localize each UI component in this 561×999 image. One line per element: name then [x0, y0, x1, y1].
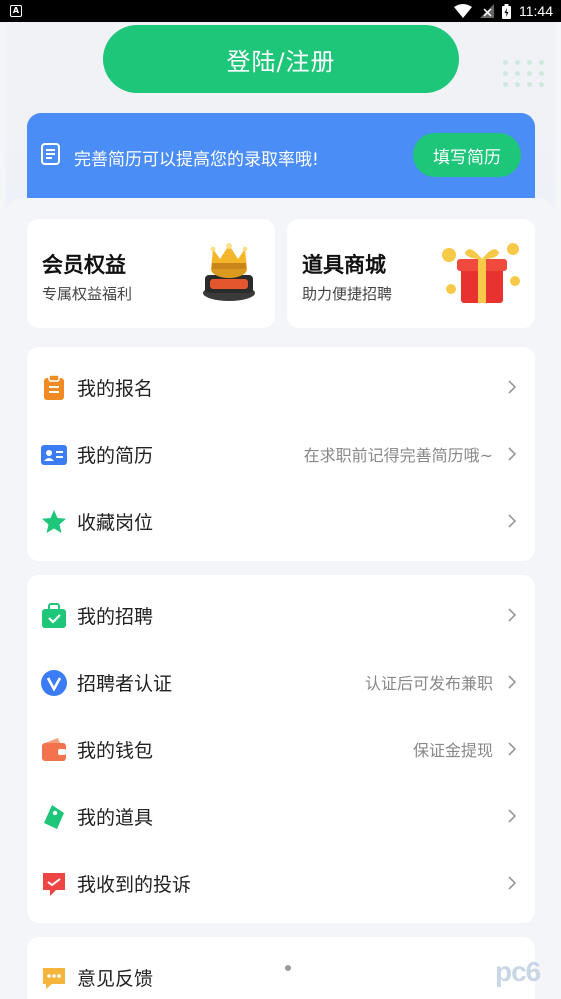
chevron-right-icon — [508, 447, 517, 461]
menu-label: 收藏岗位 — [77, 511, 154, 534]
status-bar: A 11:44 — [0, 0, 561, 22]
menu-item-feedback[interactable]: 意见反馈 — [27, 947, 535, 999]
menu-item-my-recruitment[interactable]: 我的招聘 — [27, 585, 535, 645]
verified-icon — [41, 670, 67, 696]
chevron-right-icon — [508, 876, 517, 890]
menu-label: 我收到的投诉 — [77, 873, 192, 896]
feedback-icon — [43, 968, 65, 989]
battery-icon — [502, 3, 511, 19]
prop-store-card[interactable]: 道具商城 助力便捷招聘 — [287, 219, 535, 328]
status-time: 11:44 — [519, 3, 553, 19]
document-icon — [41, 143, 60, 165]
menu-group-1: 我的报名 我的简历 在求职前记得完善简历哦~ 收藏岗位 — [27, 347, 535, 561]
menu-group-2: 我的招聘 招聘者认证 认证后可发布兼职 我的钱包 保证金提现 我的道具 我收到的… — [27, 575, 535, 923]
chevron-right-icon — [508, 608, 517, 622]
member-benefits-title: 会员权益 — [42, 253, 126, 277]
menu-label: 我的道具 — [77, 806, 154, 829]
menu-label: 意见反馈 — [77, 967, 154, 990]
header-area: 登陆/注册 完善简历可以提高您的录取率哦! 填写简历 — [6, 22, 555, 222]
menu-label: 招聘者认证 — [77, 672, 173, 695]
clipboard-icon — [44, 374, 64, 400]
login-register-button[interactable]: 登陆/注册 — [103, 25, 459, 93]
member-benefits-card[interactable]: 会员权益 专属权益福利 — [27, 219, 275, 328]
menu-label: 我的报名 — [77, 377, 154, 400]
menu-item-my-resume[interactable]: 我的简历 在求职前记得完善简历哦~ — [27, 424, 535, 484]
content-sheet: 会员权益 专属权益福利 道具商城 助力便捷招聘 我的报名 我的简历 在求职前记得… — [6, 198, 555, 999]
menu-item-my-wallet[interactable]: 我的钱包 保证金提现 — [27, 719, 535, 779]
menu-hint: 认证后可发布兼职 — [364, 674, 493, 693]
menu-item-saved-jobs[interactable]: 收藏岗位 — [27, 491, 535, 551]
signal-icon — [480, 4, 494, 18]
notification-icon: A — [10, 5, 22, 17]
menu-item-complaints[interactable]: 我收到的投诉 — [27, 853, 535, 913]
menu-label: 我的简历 — [77, 444, 154, 467]
menu-hint: 在求职前记得完善简历哦~ — [303, 446, 493, 465]
chevron-right-icon — [508, 380, 517, 394]
menu-item-my-props[interactable]: 我的道具 — [27, 786, 535, 846]
menu-label: 我的钱包 — [77, 739, 154, 762]
star-icon — [42, 510, 66, 533]
fill-resume-button[interactable]: 填写简历 — [413, 133, 521, 177]
wifi-icon — [454, 4, 472, 18]
menu-item-my-applications[interactable]: 我的报名 — [27, 357, 535, 417]
chevron-right-icon — [508, 514, 517, 528]
menu-item-recruiter-verification[interactable]: 招聘者认证 认证后可发布兼职 — [27, 652, 535, 712]
id-card-icon — [41, 445, 67, 465]
crown-icon — [203, 243, 255, 301]
prop-store-title: 道具商城 — [302, 253, 386, 277]
page-indicator-dot — [285, 965, 291, 971]
tag-icon — [44, 805, 64, 829]
menu-hint: 保证金提现 — [412, 741, 493, 760]
wallet-icon — [42, 738, 66, 761]
chevron-right-icon — [508, 675, 517, 689]
complaint-icon — [43, 873, 65, 896]
decorative-dots — [503, 60, 545, 87]
menu-group-3: 意见反馈 — [27, 937, 535, 999]
menu-label: 我的招聘 — [77, 605, 154, 628]
member-benefits-subtitle: 专属权益福利 — [42, 285, 133, 303]
chevron-right-icon — [508, 809, 517, 823]
watermark: pc6 — [495, 956, 541, 987]
gift-box-icon — [442, 243, 520, 303]
briefcase-icon — [42, 603, 66, 628]
banner-text: 完善简历可以提高您的录取率哦! — [74, 150, 319, 170]
chevron-right-icon — [508, 742, 517, 756]
prop-store-subtitle: 助力便捷招聘 — [302, 285, 393, 303]
